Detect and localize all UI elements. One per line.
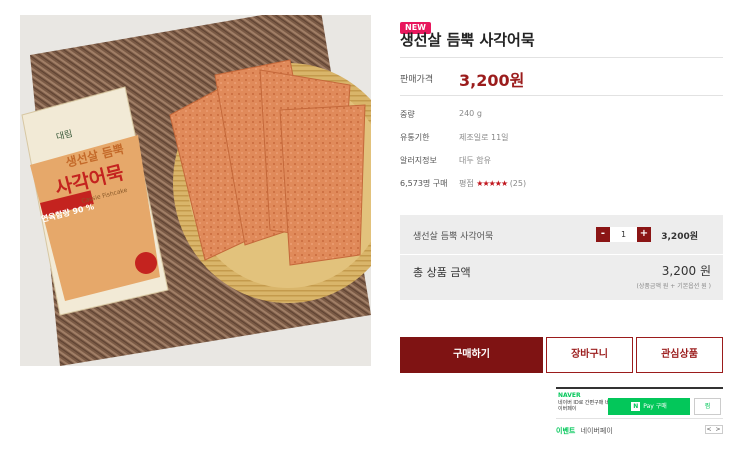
purchase-count: 6,573명 구매: [400, 179, 448, 188]
rating-prefix: 평점: [459, 179, 474, 188]
review-count: (25): [509, 179, 527, 188]
price-label: 판매가격: [400, 75, 434, 85]
quantity-input[interactable]: [610, 227, 637, 242]
divider: [400, 57, 723, 58]
total-note: (상품금액 원 + 기본옵션 원 ): [636, 283, 711, 290]
spec-label: 중량: [400, 110, 415, 119]
naver-pay-icon: N: [631, 402, 641, 411]
price-row: 판매가격 3,200원: [400, 67, 723, 90]
spec-label: 유통기한: [400, 133, 430, 142]
buy-button[interactable]: 구매하기: [400, 337, 543, 373]
total-value: 3,200 원: [661, 264, 711, 278]
total-label: 총 상품 금액: [413, 266, 471, 279]
product-title: 생선살 듬뿍 사각어묵: [400, 31, 535, 49]
add-to-cart-button[interactable]: 장바구니: [546, 337, 633, 373]
naver-logo: NAVER: [558, 392, 581, 399]
product-info: NEW 생선살 듬뿍 사각어묵 판매가격 3,200원 중량 240 g 유통기…: [400, 15, 723, 435]
option-name: 생선살 듬뿍 사각어묵: [413, 232, 494, 242]
spec-label: 알러지정보: [400, 156, 437, 165]
star-rating-icon: ★★★★★: [476, 179, 508, 188]
event-pager-arrows-icon[interactable]: < >: [705, 425, 723, 434]
naver-pay-description: 네이버 ID로 간편구매 네이버페이: [558, 400, 610, 412]
naver-event: 이벤트 네이버페이 < >: [556, 425, 723, 436]
naver-pay-box: NAVER 네이버 ID로 간편구매 네이버페이 N Pay 구매 찜: [556, 387, 723, 419]
product-image: 대림 생선살 듬뿍 사각어묵 Cassie Fishcake 연육함량 90 %: [20, 15, 371, 366]
wishlist-button[interactable]: 관심상품: [636, 337, 723, 373]
spec-value: 제조일로 11일: [459, 133, 509, 142]
naver-pay-label: Pay 구매: [643, 403, 667, 410]
quantity-stepper: - +: [596, 227, 651, 242]
event-label: 이벤트: [556, 427, 576, 435]
quantity-minus-button[interactable]: -: [596, 227, 610, 242]
divider: [400, 95, 723, 96]
naver-zzim-button[interactable]: 찜: [694, 398, 721, 415]
option-box: 생선살 듬뿍 사각어묵 - + 3,200원 총 상품 금액 3,200 원 (…: [400, 215, 723, 300]
price-value: 3,200원: [459, 71, 525, 90]
spec-value: 대두 함유: [459, 156, 491, 165]
divider: [400, 254, 723, 255]
quantity-plus-button[interactable]: +: [637, 227, 651, 242]
rating[interactable]: 평점 ★★★★★ (25): [459, 178, 526, 189]
spec-value: 240 g: [459, 109, 482, 118]
event-value: 네이버페이: [580, 427, 613, 435]
naver-pay-button[interactable]: N Pay 구매: [608, 398, 690, 415]
option-price: 3,200원: [661, 232, 698, 242]
